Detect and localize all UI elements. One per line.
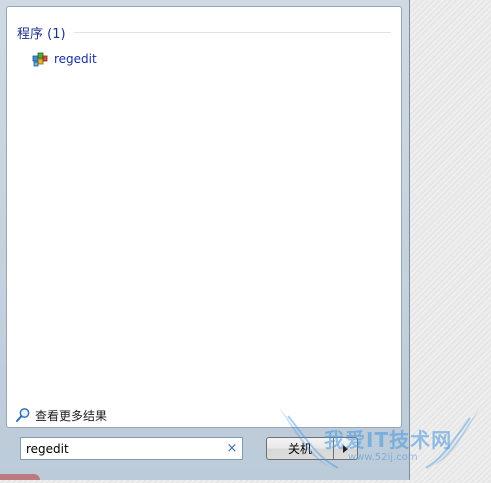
result-label: regedit <box>54 52 97 66</box>
section-title: 程序 (1) <box>17 26 66 42</box>
section-divider <box>73 31 391 33</box>
shutdown-button[interactable]: 关机 <box>266 437 334 460</box>
shutdown-options-button[interactable] <box>334 437 358 460</box>
search-box: × <box>20 437 243 460</box>
search-input[interactable] <box>21 439 222 458</box>
section-header-programs: 程序 (1) <box>17 23 391 42</box>
shutdown-group: 关机 <box>266 437 358 460</box>
search-results-panel: 程序 (1) regedit 查看更多结果 <box>6 6 402 428</box>
see-more-results-link[interactable]: 查看更多结果 <box>15 405 107 425</box>
magnifier-icon <box>16 408 30 422</box>
clear-search-icon[interactable]: × <box>222 439 242 459</box>
regedit-icon <box>32 52 48 67</box>
see-more-results-label: 查看更多结果 <box>35 408 108 423</box>
result-item-regedit[interactable]: regedit <box>27 49 101 69</box>
start-menu: 程序 (1) regedit 查看更多结果 × 关机 <box>0 0 410 480</box>
chevron-right-icon <box>343 444 348 453</box>
start-orb-edge <box>0 474 40 480</box>
